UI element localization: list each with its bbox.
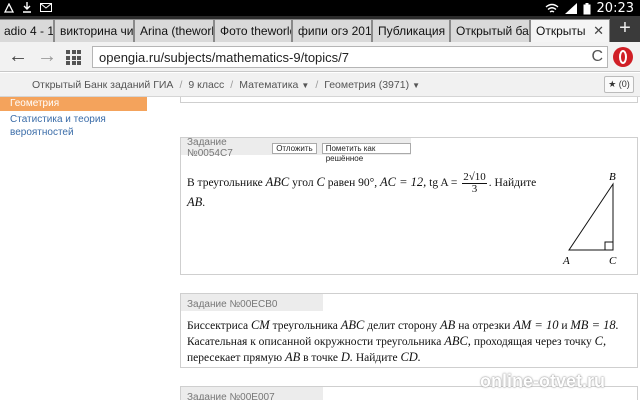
task-statement: Биссектриса CM треугольника ABC делит ст… — [187, 318, 619, 364]
notification-icon — [4, 2, 14, 13]
mail-icon — [40, 3, 52, 12]
status-bar: 20:23 — [0, 0, 640, 16]
wifi-icon — [545, 3, 558, 13]
speed-dial-icon[interactable] — [66, 50, 81, 65]
task-statement: В треугольнике ABC угол C равен 90°, AC … — [187, 171, 537, 210]
task-card-0054c7: Задание №0054C7 Отложить Пометить как ре… — [180, 137, 638, 275]
site-breadcrumb-bar: Открытый Банк заданий ГИА / 9 класс / Ма… — [0, 73, 640, 97]
status-clock: 20:23 — [596, 1, 634, 16]
url-text: opengia.ru/subjects/mathematics-9/topics… — [99, 50, 350, 65]
forward-button[interactable]: → — [37, 46, 57, 66]
sidebar-item-statistics[interactable]: Статистика и теория вероятностей — [10, 114, 140, 139]
opera-menu-icon[interactable] — [613, 47, 633, 67]
tab-radio4[interactable]: adio 4 - 1 — [0, 19, 54, 42]
reload-icon[interactable]: C — [591, 48, 603, 66]
breadcrumb-subject[interactable]: Математика — [239, 79, 298, 91]
task-header: Задание №00E007 — [181, 387, 323, 400]
browser-toolbar: ← → opengia.ru/subjects/mathematics-9/to… — [0, 42, 640, 72]
task-card-00ecb0: Задание №00ECB0 Биссектриса CM треугольн… — [180, 293, 638, 368]
back-button[interactable]: ← — [8, 46, 28, 66]
tab-foto[interactable]: Фото theworld — [214, 19, 292, 42]
breadcrumb: Открытый Банк заданий ГИА / 9 класс / Ма… — [32, 79, 420, 91]
tab-otkrytyi-bank[interactable]: Открытый бан — [450, 19, 530, 42]
breadcrumb-bank[interactable]: Открытый Банк заданий ГИА — [32, 79, 173, 91]
chevron-down-icon[interactable]: ▼ — [301, 81, 309, 90]
battery-icon — [583, 2, 591, 14]
signal-icon — [564, 3, 577, 14]
sidebar-item-geometry[interactable]: Геометрия — [0, 97, 147, 111]
tab-active[interactable]: Открыты ✕ — [530, 19, 610, 42]
fraction: 2√10 3 — [462, 171, 487, 195]
postpone-button[interactable]: Отложить — [272, 142, 317, 154]
breadcrumb-grade[interactable]: 9 класс — [188, 79, 224, 91]
status-right-icons: 20:23 — [545, 1, 634, 16]
mark-solved-button[interactable]: Пометить как решённое — [321, 142, 411, 163]
task-header: Задание №00ECB0 — [181, 294, 323, 311]
task-header: Задание №0054C7 Отложить Пометить как ре… — [181, 137, 411, 163]
task-list: A B Задание №0054C7 Отложить Пометить ка… — [148, 97, 640, 400]
new-tab-button[interactable]: + — [610, 16, 640, 42]
download-icon — [23, 2, 31, 13]
svg-text:C: C — [609, 255, 617, 267]
status-left-icons — [4, 2, 52, 13]
tab-viktorina[interactable]: викторина чигр — [54, 19, 134, 42]
task-id: Задание №00E007 — [187, 391, 275, 400]
topic-sidebar: Геометрия Статистика и теория вероятност… — [0, 97, 147, 400]
previous-task-card: A B — [180, 97, 638, 103]
watermark: online-otvet.ru — [480, 371, 605, 391]
right-triangle-figure: A C B — [562, 171, 617, 267]
task-id: Задание №00ECB0 — [187, 298, 278, 310]
breadcrumb-topic[interactable]: Геометрия (3971) — [324, 79, 409, 91]
tab-publikaciya[interactable]: Публикация п — [372, 19, 450, 42]
chevron-down-icon[interactable]: ▼ — [412, 81, 420, 90]
svg-text:B: B — [609, 171, 616, 183]
tab-fipi[interactable]: фипи огэ 2015 — [292, 19, 372, 42]
favorites-button[interactable]: ★ (0) — [604, 76, 634, 93]
tab-strip: adio 4 - 1 викторина чигр Arina (theworl… — [0, 16, 640, 42]
task-id: Задание №0054C7 — [187, 137, 233, 159]
svg-text:A: A — [562, 255, 570, 267]
address-bar[interactable]: opengia.ru/subjects/mathematics-9/topics… — [92, 46, 608, 68]
tab-arina[interactable]: Arina (theworld — [134, 19, 214, 42]
close-icon[interactable]: ✕ — [593, 23, 604, 39]
